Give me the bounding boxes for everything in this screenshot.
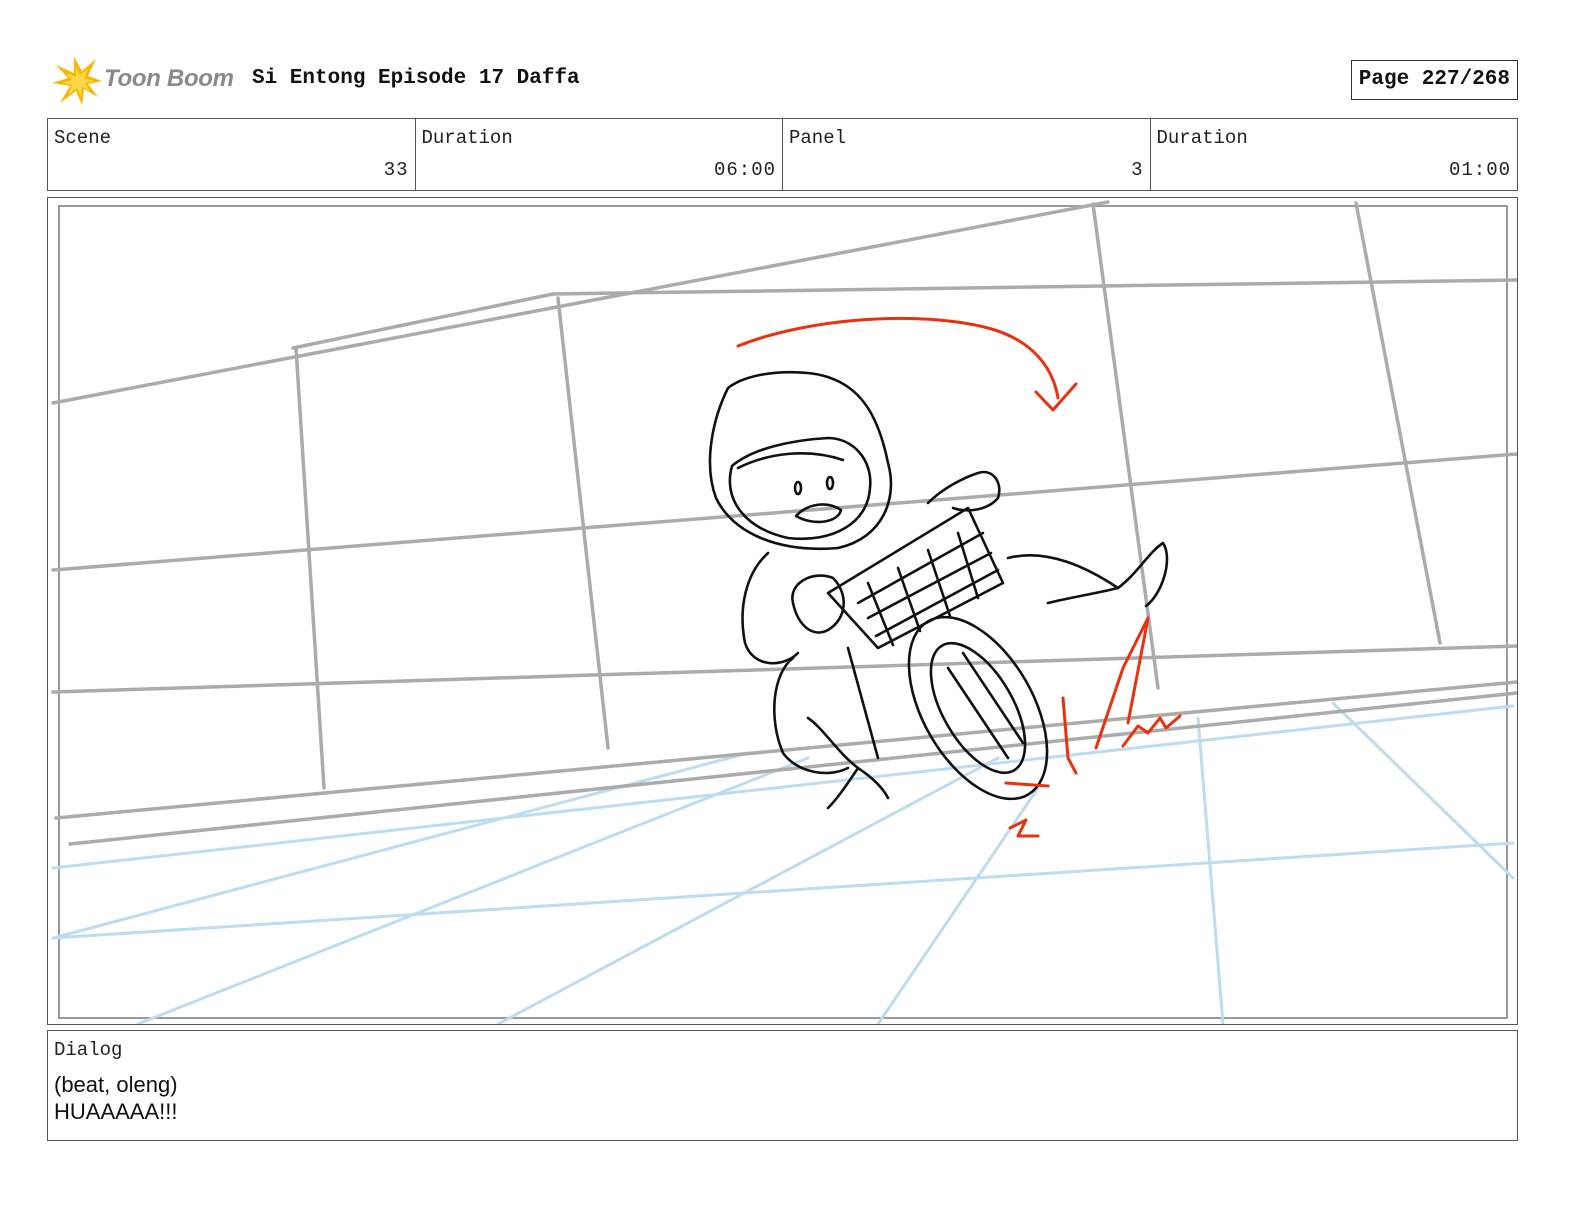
scene-duration-label: Duration — [421, 127, 513, 149]
dialog-text: (beat, oleng) HUAAAAA!!! — [54, 1071, 178, 1125]
panel-duration-label: Duration — [1156, 127, 1248, 149]
dialog-label: Dialog — [54, 1039, 123, 1061]
skid-mark-icon — [1061, 696, 1078, 775]
tire-mark-icon — [1004, 781, 1050, 788]
dust-mark-icon — [1121, 714, 1182, 748]
panel-label: Panel — [789, 127, 847, 149]
scene-label: Scene — [54, 127, 112, 149]
toon-boom-logo: Toon Boom — [50, 55, 240, 107]
panel-cell: Panel 3 — [782, 119, 1150, 190]
panel-value: 3 — [1131, 159, 1144, 181]
storyboard-panel — [47, 197, 1518, 1025]
panel-duration-cell: Duration 01:00 — [1149, 119, 1518, 190]
dialog-line: (beat, oleng) — [54, 1072, 178, 1097]
logo-text: Toon Boom — [104, 65, 234, 92]
page-number: Page 227/268 — [1350, 60, 1518, 100]
wall-grid-lines — [51, 200, 1517, 846]
safe-frame — [58, 205, 1508, 1019]
scene-cell: Scene 33 — [48, 119, 415, 190]
starburst-logo-icon — [52, 57, 102, 105]
dialog-box: Dialog (beat, oleng) HUAAAAA!!! — [47, 1030, 1518, 1141]
rotation-arrow-icon — [736, 316, 1060, 400]
storyboard-header: Toon Boom Si Entong Episode 17 Daffa Pag… — [48, 55, 1518, 107]
panel-sketch — [51, 200, 1517, 1024]
scene-value: 33 — [383, 159, 409, 181]
panel-duration-value: 01:00 — [1448, 159, 1511, 181]
scene-duration-value: 06:00 — [713, 159, 776, 181]
document-title: Si Entong Episode 17 Daffa — [252, 67, 580, 90]
scene-duration-cell: Duration 06:00 — [414, 119, 783, 190]
dialog-line: HUAAAAA!!! — [54, 1099, 178, 1124]
panel-info-bar: Scene 33 Duration 06:00 Panel 3 Duration… — [47, 118, 1518, 191]
